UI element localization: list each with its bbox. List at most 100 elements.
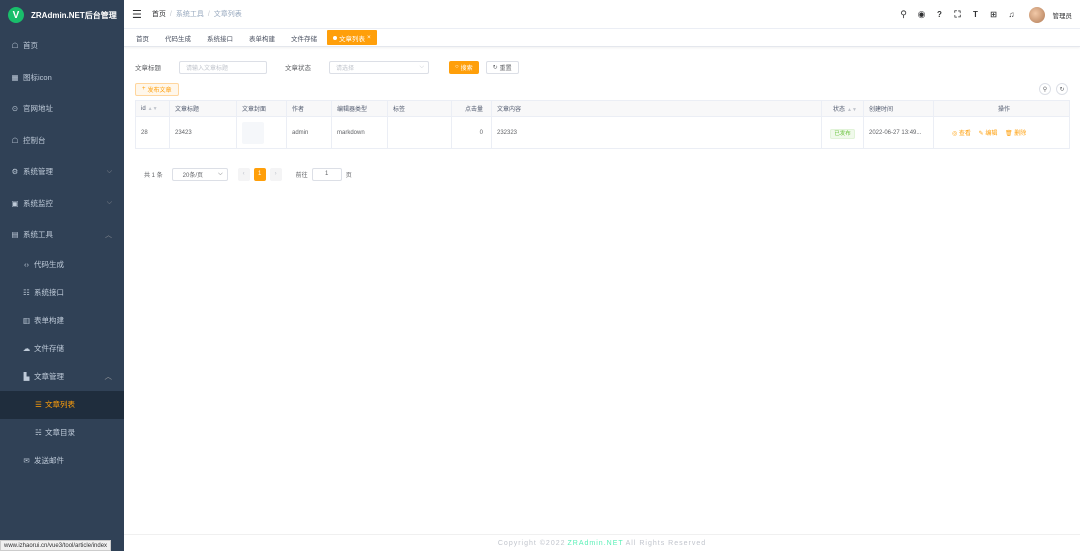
app-title: ZRAdmin.NET后台管理 — [31, 10, 117, 20]
col-content: 文章内容 — [491, 100, 822, 117]
view-button[interactable]: ◎ 查看 — [952, 131, 971, 137]
sidebar-item-label: 首页 — [23, 41, 38, 51]
sidebar-item-label: 官网地址 — [23, 104, 53, 114]
sidebar-item-label: 代码生成 — [34, 260, 64, 269]
sidebar: V ZRAdmin.NET后台管理 ☖ 首页 ▦ 图标icon ⊙ 官网地址 ☖… — [0, 0, 124, 551]
sidebar-item-label: 系统工具 — [23, 230, 53, 240]
sidebar-item-system[interactable]: ⚙ 系统管理 ⌵ — [0, 156, 124, 188]
col-id[interactable]: id ▲▼ — [135, 100, 170, 117]
tab-file-storage[interactable]: 文件存储 — [285, 30, 323, 45]
title-label: 文章标题 — [135, 65, 161, 72]
pagination-total: 共 1 条 — [144, 172, 163, 179]
footer-brand[interactable]: ZRAdmin.NET — [568, 540, 624, 547]
close-icon[interactable]: × — [367, 34, 371, 41]
fullscreen-icon[interactable]: ⛶ — [953, 9, 963, 20]
search-icon[interactable]: ⚲ — [899, 9, 909, 20]
breadcrumb-tools: 系统工具 — [175, 11, 204, 18]
status-badge: 已发布 — [830, 128, 855, 139]
sidebar-item-label: 发送邮件 — [34, 456, 64, 465]
cell-hits: 0 — [451, 116, 492, 149]
col-created: 创建时间 — [863, 100, 934, 117]
status-bar-url: www.izhaorui.cn/vue3/tool/article/index — [0, 540, 112, 551]
chevron-up-icon: ︿ — [104, 372, 113, 381]
sidebar-item-article-mgmt[interactable]: ▙ 文章管理 ︿ — [0, 362, 124, 391]
status-select[interactable]: 请选择 ⌵ — [329, 60, 429, 74]
page-number-current[interactable]: 1 — [253, 167, 266, 181]
cell-title: 23423 — [169, 116, 237, 149]
cell-author: admin — [286, 116, 332, 149]
font-size-icon[interactable]: T — [971, 10, 981, 19]
logo-icon: V — [8, 7, 24, 23]
sort-icon: ▲▼ — [147, 105, 158, 112]
sidebar-item-api[interactable]: ☷ 系统接口 — [0, 278, 124, 307]
footer: Copyright ©2022 ZRAdmin.NET All Rights R… — [124, 534, 1080, 551]
tab-form-builder[interactable]: 表单构建 — [243, 30, 281, 45]
chevron-down-icon: ⌵ — [419, 63, 424, 70]
reset-button[interactable]: ↻ 重置 — [485, 60, 519, 74]
sidebar-item-label: 文件存储 — [34, 344, 64, 353]
sidebar-item-icons[interactable]: ▦ 图标icon — [0, 62, 124, 94]
sidebar-item-article-list[interactable]: ☰ 文章列表 — [0, 390, 124, 419]
title-input[interactable]: 请输入文章标题 — [179, 60, 267, 74]
search-button[interactable]: ○ 搜索 — [449, 60, 479, 74]
col-title: 文章标题 — [169, 100, 237, 117]
toggle-search-icon[interactable]: ⚲ — [1039, 83, 1051, 95]
sidebar-item-send-mail[interactable]: ✉ 发送邮件 — [0, 446, 124, 475]
page-suffix: 页 — [345, 172, 352, 179]
tab-codegen[interactable]: 代码生成 — [159, 30, 197, 45]
cover-image[interactable] — [242, 121, 264, 144]
edit-icon: ✎ — [978, 131, 984, 137]
username[interactable]: 管理员 — [1053, 10, 1073, 20]
page-size-select[interactable]: 20条/页 ⌵ — [171, 167, 228, 181]
col-actions: 操作 — [933, 100, 1070, 117]
sidebar-item-monitor[interactable]: ▣ 系统监控 ⌵ — [0, 188, 124, 220]
tab-api[interactable]: 系统接口 — [201, 30, 239, 45]
breadcrumb-home[interactable]: 首页 — [152, 9, 166, 19]
goto-label: 前往 — [295, 172, 308, 179]
logo[interactable]: V ZRAdmin.NET后台管理 — [0, 0, 124, 30]
dashboard-icon: ☖ — [11, 41, 19, 51]
sidebar-item-website[interactable]: ⊙ 官网地址 — [0, 93, 124, 125]
add-article-button[interactable]: + 发布文章 — [135, 82, 179, 96]
prev-page-button[interactable]: ‹ — [237, 167, 250, 181]
pagination: 共 1 条 20条/页 ⌵ ‹ 1 › 前往 1 页 — [135, 167, 1069, 181]
search-form: 文章标题 请输入文章标题 文章状态 请选择 ⌵ ○ 搜索 ↻ 重置 — [135, 57, 1069, 77]
sidebar-item-console[interactable]: ☖ 控制台 — [0, 125, 124, 157]
grid-icon: ▦ — [11, 72, 19, 82]
question-icon[interactable]: ? — [935, 10, 945, 19]
edit-button[interactable]: ✎ 编辑 — [979, 131, 998, 137]
content: 文章标题 请输入文章标题 文章状态 请选择 ⌵ ○ 搜索 ↻ 重置 + 发布文章… — [124, 48, 1080, 181]
sidebar-item-article-catalog[interactable]: ☵ 文章目录 — [0, 419, 124, 447]
sidebar-item-codegen[interactable]: ‹› 代码生成 — [0, 250, 124, 279]
sidebar-item-home[interactable]: ☖ 首页 — [0, 30, 124, 62]
tags-view: 首页 代码生成 系统接口 表单构建 文件存储 文章列表 × — [124, 29, 1080, 47]
next-page-button[interactable]: › — [269, 167, 282, 181]
refresh-icon[interactable]: ↻ — [1056, 83, 1068, 95]
hamburger-icon[interactable]: ☰ — [132, 8, 142, 21]
sidebar-item-file-storage[interactable]: ☁ 文件存储 — [0, 334, 124, 363]
sidebar-item-form-builder[interactable]: ▥ 表单构建 — [0, 306, 124, 335]
delete-button[interactable]: 🗑 删除 — [1005, 131, 1026, 137]
col-author: 作者 — [286, 100, 332, 117]
goto-page-input[interactable]: 1 — [311, 167, 342, 181]
translate-icon[interactable]: ⊞ — [989, 10, 999, 19]
article-icon: ▙ — [23, 372, 30, 381]
sidebar-item-label: 控制台 — [23, 135, 46, 145]
tab-home[interactable]: 首页 — [130, 30, 155, 45]
sidebar-item-tools[interactable]: ▤ 系统工具 ︿ — [0, 219, 124, 251]
navbar: ☰ 首页 / 系统工具 / 文章列表 ⚲ ◉ ? ⛶ T ⊞ ♫ 管理员 — [124, 0, 1080, 29]
col-status[interactable]: 状态 ▲▼ — [821, 100, 864, 117]
tab-article-list[interactable]: 文章列表 × — [327, 30, 377, 45]
cell-editor: markdown — [331, 116, 388, 149]
bell-icon[interactable]: ♫ — [1007, 10, 1017, 19]
toolbox-icon: ▤ — [11, 230, 19, 240]
chevron-up-icon: ︿ — [105, 231, 112, 239]
trash-icon: 🗑 — [1005, 131, 1013, 137]
github-icon[interactable]: ◉ — [917, 9, 927, 20]
sidebar-menu: ☖ 首页 ▦ 图标icon ⊙ 官网地址 ☖ 控制台 ⚙ 系统管理 ⌵ ▣ 系统… — [0, 30, 124, 475]
breadcrumb-separator: / — [207, 10, 210, 18]
avatar[interactable] — [1028, 6, 1045, 23]
search-icon: ○ — [455, 64, 459, 70]
sidebar-item-label: 图标icon — [23, 72, 52, 82]
cell-tags — [387, 116, 452, 149]
